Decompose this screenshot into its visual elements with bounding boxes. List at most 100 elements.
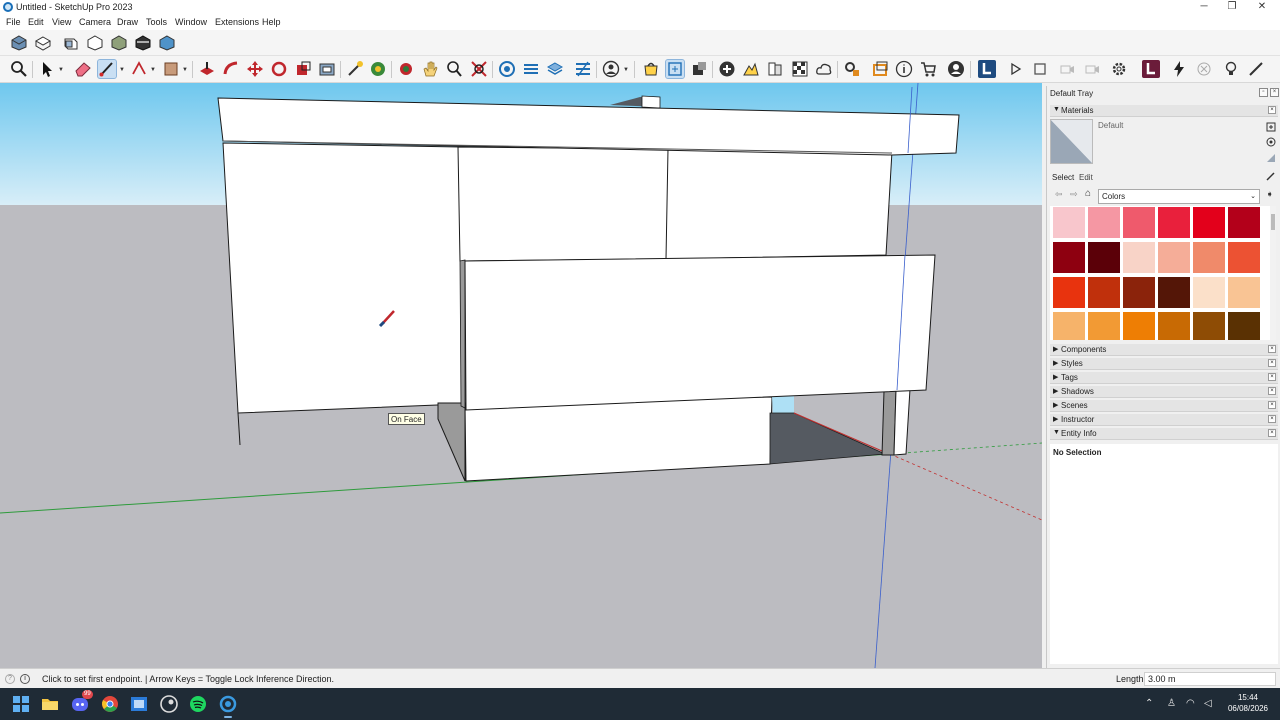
- material-swatch[interactable]: [1158, 277, 1190, 308]
- section-fill-icon[interactable]: [522, 60, 540, 78]
- photo-texture-icon[interactable]: [766, 60, 784, 78]
- pan-hand-icon[interactable]: [421, 60, 439, 78]
- left-view-icon[interactable]: [134, 34, 152, 52]
- chevron-up-icon[interactable]: ⌃: [1145, 698, 1153, 709]
- shadows-panel-header[interactable]: ▶ Shadows ×: [1050, 386, 1278, 398]
- cart-icon[interactable]: [919, 60, 937, 78]
- material-swatch[interactable]: [1123, 277, 1155, 308]
- geo-terrain-icon[interactable]: [742, 60, 760, 78]
- components-panel-header[interactable]: ▶ Components ×: [1050, 344, 1278, 356]
- geo-location-icon[interactable]: ?: [5, 674, 15, 684]
- volume-icon[interactable]: ◁: [1204, 698, 1212, 709]
- close-panel-icon[interactable]: ×: [1268, 106, 1276, 114]
- chrome-icon[interactable]: [100, 694, 120, 714]
- share-model-icon[interactable]: [690, 60, 708, 78]
- chevron-down-icon[interactable]: ▼: [119, 67, 125, 73]
- tags-panel-header[interactable]: ▶ Tags ×: [1050, 372, 1278, 384]
- paint-materials-icon[interactable]: [1265, 136, 1277, 148]
- back-view-icon[interactable]: [110, 34, 128, 52]
- materials-panel-header[interactable]: ▼ Materials ×: [1050, 105, 1278, 117]
- paint-bucket-icon[interactable]: [97, 59, 117, 79]
- rotate-icon[interactable]: [270, 60, 288, 78]
- visual-studio-icon[interactable]: [129, 694, 149, 714]
- scale-icon[interactable]: [294, 60, 312, 78]
- rectangle-icon[interactable]: [162, 60, 180, 78]
- zoom-window-icon[interactable]: [445, 60, 463, 78]
- entity-info-panel-header[interactable]: ▼ Entity Info ×: [1050, 428, 1278, 440]
- material-swatch[interactable]: [1053, 242, 1085, 273]
- home-icon[interactable]: ⌂: [1085, 188, 1091, 199]
- extension-manager-icon[interactable]: [665, 59, 685, 79]
- cancel-circle-icon[interactable]: [1195, 60, 1213, 78]
- material-swatch[interactable]: [1088, 312, 1120, 340]
- lightbulb-icon[interactable]: [1222, 60, 1240, 78]
- tape-measure-icon[interactable]: [346, 60, 364, 78]
- gear-tools-icon[interactable]: [843, 60, 861, 78]
- tab-edit[interactable]: Edit: [1079, 173, 1093, 182]
- back-arrow-icon[interactable]: ⇦: [1055, 189, 1063, 200]
- system-clock[interactable]: 15:44 06/08/2026: [1222, 692, 1274, 714]
- menu-camera[interactable]: Camera: [79, 17, 111, 27]
- tab-select[interactable]: Select: [1052, 173, 1074, 182]
- offset-icon[interactable]: [318, 60, 336, 78]
- discord-icon[interactable]: 99: [70, 690, 93, 714]
- push-pull-icon[interactable]: [198, 60, 216, 78]
- cloud-icon[interactable]: [815, 60, 833, 78]
- settings-gear-icon[interactable]: [1110, 60, 1128, 78]
- layers-icon[interactable]: [546, 60, 564, 78]
- material-swatch[interactable]: [1123, 207, 1155, 238]
- material-swatch[interactable]: [1228, 277, 1260, 308]
- windows-start-icon[interactable]: [11, 694, 31, 714]
- scenes-panel-header[interactable]: ▶ Scenes ×: [1050, 400, 1278, 412]
- styles-panel-header[interactable]: ▶ Styles ×: [1050, 358, 1278, 370]
- follow-me-icon[interactable]: [222, 60, 240, 78]
- material-name[interactable]: Default: [1098, 121, 1123, 130]
- file-explorer-icon[interactable]: [40, 694, 60, 714]
- profile-icon[interactable]: [947, 60, 965, 78]
- material-swatch[interactable]: [1193, 207, 1225, 238]
- lightning-icon[interactable]: [1170, 60, 1188, 78]
- chevron-down-icon[interactable]: ▼: [58, 67, 64, 73]
- close-tray-icon[interactable]: ×: [1270, 88, 1279, 97]
- move-icon[interactable]: [246, 60, 264, 78]
- microphone-icon[interactable]: ♙: [1167, 698, 1176, 709]
- sketchup-taskbar-icon[interactable]: [218, 694, 238, 718]
- menu-view[interactable]: View: [52, 17, 71, 27]
- chevron-down-icon[interactable]: ▼: [182, 67, 188, 73]
- chevron-down-icon[interactable]: ▼: [623, 67, 629, 73]
- material-swatch[interactable]: [1158, 207, 1190, 238]
- swatch-scrollbar[interactable]: [1270, 206, 1276, 340]
- pencil-icon[interactable]: [1247, 60, 1265, 78]
- steam-icon[interactable]: [159, 694, 179, 714]
- sample-paint-icon[interactable]: [1265, 152, 1277, 164]
- details-arrow-icon[interactable]: ➧: [1266, 189, 1274, 200]
- section-plane-icon[interactable]: [498, 60, 516, 78]
- iso-view-icon[interactable]: [10, 34, 28, 52]
- info-icon[interactable]: [895, 60, 913, 78]
- zoom-icon[interactable]: [10, 60, 28, 78]
- material-swatch[interactable]: [1158, 312, 1190, 340]
- orbit-icon[interactable]: [397, 60, 415, 78]
- front-view-icon[interactable]: [62, 34, 80, 52]
- material-swatch[interactable]: [1158, 242, 1190, 273]
- material-swatch[interactable]: [1228, 312, 1260, 340]
- material-swatch[interactable]: [1123, 312, 1155, 340]
- stop-icon[interactable]: [1031, 60, 1049, 78]
- menu-file[interactable]: File: [6, 17, 21, 27]
- shape-tool-icon[interactable]: [130, 60, 148, 78]
- wifi-icon[interactable]: ◠: [1186, 698, 1195, 709]
- material-swatch[interactable]: [1228, 207, 1260, 238]
- close-button[interactable]: ✕: [1246, 0, 1278, 15]
- measurements-box[interactable]: 3.00 m: [1144, 672, 1276, 686]
- material-swatch[interactable]: [1053, 207, 1085, 238]
- menu-tools[interactable]: Tools: [146, 17, 167, 27]
- menu-edit[interactable]: Edit: [28, 17, 44, 27]
- select-arrow-icon[interactable]: [38, 60, 56, 78]
- create-material-icon[interactable]: [1265, 121, 1277, 133]
- instructor-panel-header[interactable]: ▶ Instructor ×: [1050, 414, 1278, 426]
- eyedropper-icon[interactable]: [1265, 170, 1277, 182]
- top-view-icon[interactable]: [34, 34, 52, 52]
- plugin-logo-icon[interactable]: [1142, 60, 1160, 78]
- bottom-view-icon[interactable]: [158, 34, 176, 52]
- material-swatch[interactable]: [1193, 242, 1225, 273]
